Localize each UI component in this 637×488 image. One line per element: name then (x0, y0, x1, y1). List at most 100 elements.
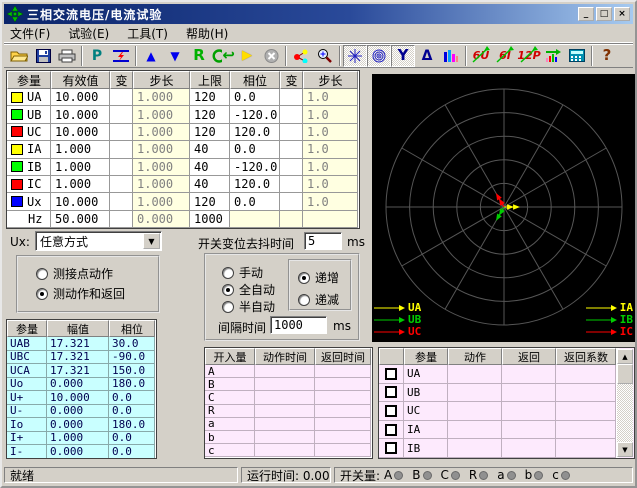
radio-icon[interactable] (36, 288, 48, 300)
toolbar-wye-button[interactable]: Y (391, 45, 415, 67)
param-chg2-cell[interactable] (280, 124, 303, 141)
checkbox-icon[interactable] (385, 368, 397, 380)
vertical-scrollbar[interactable]: ▲ ▼ (617, 349, 633, 457)
param-pstep-cell[interactable]: 1.0 (303, 159, 358, 176)
param-limit-cell[interactable]: 120 (190, 193, 230, 210)
toolbar-bars-button[interactable] (439, 45, 463, 67)
param-rms-cell[interactable]: 1.000 (51, 141, 110, 158)
param-rms-cell[interactable]: 50.000 (51, 211, 110, 228)
measure_group-option-1[interactable]: 测动作和返回 (36, 285, 125, 302)
menu-item-1[interactable]: 试验(E) (68, 25, 109, 42)
param-step-cell[interactable]: 1.000 (133, 193, 190, 210)
param-limit-cell[interactable]: 40 (190, 176, 230, 193)
radio-icon[interactable] (298, 294, 310, 306)
param-phase-cell[interactable] (230, 211, 280, 228)
param-chg2-cell[interactable] (280, 211, 303, 228)
checkbox-icon[interactable] (385, 424, 397, 436)
param-chg-cell[interactable] (110, 124, 133, 141)
param-chg-cell[interactable] (110, 159, 133, 176)
toolbar-fault-button[interactable] (109, 45, 133, 67)
scrollbar-thumb[interactable] (617, 364, 633, 384)
close-button[interactable]: × (614, 7, 630, 21)
param-limit-cell[interactable]: 40 (190, 141, 230, 158)
param-chg2-cell[interactable] (280, 89, 303, 106)
toolbar-reset-button[interactable]: R (187, 45, 211, 67)
menu-item-0[interactable]: 文件(F) (10, 25, 50, 42)
menu-item-3[interactable]: 帮助(H) (186, 25, 228, 42)
ramp_group-option-1[interactable]: 递减 (298, 291, 339, 308)
param-phase-cell[interactable]: 0.0 (230, 89, 280, 106)
radio-icon[interactable] (222, 284, 234, 296)
param-pstep-cell[interactable] (303, 211, 358, 228)
action-checkbox-cell[interactable] (379, 402, 404, 421)
toolbar-up-button[interactable]: ▲ (139, 45, 163, 67)
toolbar-trend-button[interactable] (541, 45, 565, 67)
radio-icon[interactable] (298, 272, 310, 284)
debounce-input[interactable]: 5 (304, 232, 342, 250)
param-limit-cell[interactable]: 120 (190, 106, 230, 123)
ramp_group-option-0[interactable]: 递增 (298, 269, 339, 286)
toolbar-stop-button[interactable] (259, 45, 283, 67)
action-checkbox-cell[interactable] (379, 439, 404, 458)
toolbar-start-button[interactable]: ▶ (235, 45, 259, 67)
toolbar-i6-button[interactable]: 6I (493, 45, 517, 67)
interval-input[interactable]: 1000 (270, 316, 327, 334)
mode_group-option-2[interactable]: 半自动 (222, 298, 275, 315)
toolbar-rings-button[interactable] (367, 45, 391, 67)
radio-icon[interactable] (222, 301, 234, 313)
toolbar-delta-button[interactable]: Δ (415, 45, 439, 67)
toolbar-help-button[interactable]: ? (595, 45, 619, 67)
action-checkbox-cell[interactable] (379, 458, 404, 459)
toolbar-undo-button[interactable]: ↩ (211, 45, 235, 67)
action-checkbox-cell[interactable] (379, 421, 404, 440)
param-step-cell[interactable]: 1.000 (133, 89, 190, 106)
param-limit-cell[interactable]: 120 (190, 89, 230, 106)
param-phase-cell[interactable]: -120.0 (230, 106, 280, 123)
param-chg2-cell[interactable] (280, 106, 303, 123)
param-pstep-cell[interactable]: 1.0 (303, 176, 358, 193)
param-chg-cell[interactable] (110, 193, 133, 210)
param-phase-cell[interactable]: -120.0 (230, 159, 280, 176)
param-chg2-cell[interactable] (280, 193, 303, 210)
param-rms-cell[interactable]: 1.000 (51, 159, 110, 176)
action-checkbox-cell[interactable] (379, 365, 404, 384)
combo-dropdown-icon[interactable]: ▼ (143, 233, 160, 249)
param-phase-cell[interactable]: 0.0 (230, 193, 280, 210)
radio-icon[interactable] (36, 268, 48, 280)
param-chg2-cell[interactable] (280, 159, 303, 176)
param-chg-cell[interactable] (110, 211, 133, 228)
param-step-cell[interactable]: 1.000 (133, 159, 190, 176)
param-phase-cell[interactable]: 0.0 (230, 141, 280, 158)
param-rms-cell[interactable]: 10.000 (51, 89, 110, 106)
menu-item-2[interactable]: 工具(T) (127, 25, 168, 42)
toolbar-down-button[interactable]: ▼ (163, 45, 187, 67)
param-step-cell[interactable]: 0.000 (133, 211, 190, 228)
ux-mode-combo[interactable]: 任意方式 ▼ (35, 231, 162, 251)
param-step-cell[interactable]: 1.000 (133, 176, 190, 193)
mode_group-option-1[interactable]: 全自动 (222, 281, 275, 298)
minimize-button[interactable]: _ (578, 7, 594, 21)
radio-icon[interactable] (222, 267, 234, 279)
param-phase-cell[interactable]: 120.0 (230, 124, 280, 141)
toolbar-u6-button[interactable]: 6U (469, 45, 493, 67)
toolbar-p12-button[interactable]: 12P (517, 45, 541, 67)
param-pstep-cell[interactable]: 1.0 (303, 141, 358, 158)
param-chg-cell[interactable] (110, 176, 133, 193)
checkbox-icon[interactable] (385, 386, 397, 398)
toolbar-print-button[interactable] (55, 45, 79, 67)
toolbar-zoom-button[interactable] (313, 45, 337, 67)
checkbox-icon[interactable] (385, 405, 397, 417)
param-phase-cell[interactable]: 120.0 (230, 176, 280, 193)
param-chg2-cell[interactable] (280, 176, 303, 193)
action-checkbox-cell[interactable] (379, 384, 404, 403)
param-rms-cell[interactable]: 10.000 (51, 106, 110, 123)
param-rms-cell[interactable]: 10.000 (51, 193, 110, 210)
param-rms-cell[interactable]: 10.000 (51, 124, 110, 141)
param-pstep-cell[interactable]: 1.0 (303, 193, 358, 210)
scroll-up-icon[interactable]: ▲ (617, 349, 633, 364)
param-rms-cell[interactable]: 1.000 (51, 176, 110, 193)
toolbar-calc-button[interactable] (565, 45, 589, 67)
maximize-button[interactable]: □ (596, 7, 612, 21)
param-step-cell[interactable]: 1.000 (133, 141, 190, 158)
param-step-cell[interactable]: 1.000 (133, 106, 190, 123)
